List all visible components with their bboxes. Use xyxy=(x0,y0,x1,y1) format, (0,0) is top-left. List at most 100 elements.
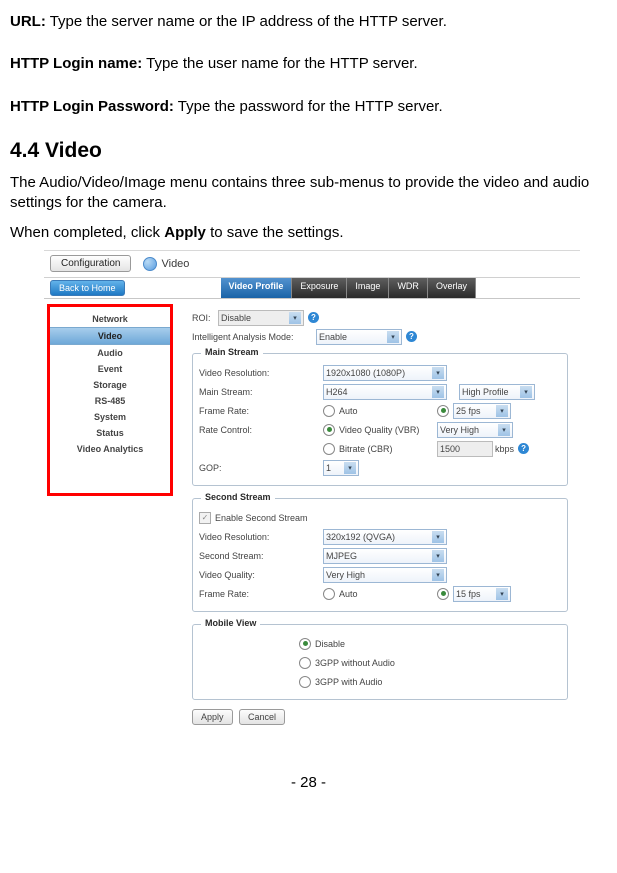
tab-wdr[interactable]: WDR xyxy=(389,278,428,298)
main-fr-auto-radio[interactable] xyxy=(323,405,335,417)
url-label: URL: xyxy=(10,13,46,30)
chevron-down-icon: ▾ xyxy=(289,312,301,324)
help-icon[interactable]: ? xyxy=(518,443,529,454)
page-title: Video xyxy=(143,257,189,271)
main-fr-auto-label: Auto xyxy=(339,406,358,416)
sidebar-item-storage[interactable]: Storage xyxy=(50,377,170,393)
intelligent-analysis-select[interactable]: Enable▾ xyxy=(316,329,402,345)
help-icon[interactable]: ? xyxy=(406,331,417,342)
mobile-3gpp-audio-radio[interactable] xyxy=(299,676,311,688)
screenshot-header-row: Configuration Video xyxy=(44,251,580,278)
enable-second-stream-checkbox[interactable]: ✓ xyxy=(199,512,211,524)
login-name-label: HTTP Login name: xyxy=(10,55,142,72)
rc-vbr-select[interactable]: Very High▾ xyxy=(437,422,513,438)
section-para-1: The Audio/Video/Image menu contains thre… xyxy=(10,173,607,214)
main-stream-title: Main Stream xyxy=(201,347,263,357)
main-vres-label: Video Resolution: xyxy=(199,368,323,378)
rc-vbr-label: Video Quality (VBR) xyxy=(339,425,419,435)
rc-cbr-unit: kbps xyxy=(495,444,514,454)
second-fr-auto-radio[interactable] xyxy=(323,588,335,600)
configuration-button[interactable]: Configuration xyxy=(50,255,131,272)
login-password-text: Type the password for the HTTP server. xyxy=(174,98,443,115)
tab-video-profile[interactable]: Video Profile xyxy=(221,278,293,298)
page-number: - 28 - xyxy=(10,774,607,791)
second-vres-label: Video Resolution: xyxy=(199,532,323,542)
gop-select[interactable]: 1▾ xyxy=(323,460,359,476)
chevron-down-icon: ▾ xyxy=(520,386,532,398)
mobile-disable-label: Disable xyxy=(315,639,345,649)
second-fr-custom-radio[interactable] xyxy=(437,588,449,600)
second-vres-select[interactable]: 320x192 (QVGA)▾ xyxy=(323,529,447,545)
tab-bar: Back to Home Video Profile Exposure Imag… xyxy=(44,278,580,299)
sidebar-nav: Network Video Audio Event Storage RS-485… xyxy=(47,304,173,496)
rc-cbr-input: 1500 xyxy=(437,441,493,457)
chevron-down-icon: ▾ xyxy=(432,386,444,398)
tab-overlay[interactable]: Overlay xyxy=(428,278,476,298)
tab-exposure[interactable]: Exposure xyxy=(292,278,347,298)
main-fr-custom-radio[interactable] xyxy=(437,405,449,417)
second-stream-codec-select[interactable]: MJPEG▾ xyxy=(323,548,447,564)
chevron-down-icon: ▾ xyxy=(496,588,508,600)
sidebar-item-network[interactable]: Network xyxy=(50,311,170,327)
sidebar-item-rs485[interactable]: RS-485 xyxy=(50,393,170,409)
page-title-text: Video xyxy=(161,258,189,270)
chevron-down-icon: ▾ xyxy=(432,531,444,543)
main-vres-select[interactable]: 1920x1080 (1080P)▾ xyxy=(323,365,447,381)
intelligent-analysis-label: Intelligent Analysis Mode: xyxy=(192,332,316,342)
mobile-disable-radio[interactable] xyxy=(299,638,311,650)
cancel-button[interactable]: Cancel xyxy=(239,709,285,725)
login-name-field-description: HTTP Login name: Type the user name for … xyxy=(10,54,607,74)
apply-button[interactable]: Apply xyxy=(192,709,233,725)
rc-cbr-label: Bitrate (CBR) xyxy=(339,444,393,454)
sidebar-item-event[interactable]: Event xyxy=(50,361,170,377)
tab-image[interactable]: Image xyxy=(347,278,389,298)
second-stream-group: Second Stream ✓ Enable Second Stream Vid… xyxy=(192,498,568,612)
main-fr-select[interactable]: 25 fps▾ xyxy=(453,403,511,419)
sidebar-item-audio[interactable]: Audio xyxy=(50,345,170,361)
url-field-description: URL: Type the server name or the IP addr… xyxy=(10,12,607,32)
login-password-field-description: HTTP Login Password: Type the password f… xyxy=(10,97,607,117)
chevron-down-icon: ▾ xyxy=(432,550,444,562)
rc-vbr-radio[interactable] xyxy=(323,424,335,436)
login-name-text: Type the user name for the HTTP server. xyxy=(142,55,417,72)
chevron-down-icon: ▾ xyxy=(496,405,508,417)
second-fr-auto-label: Auto xyxy=(339,589,358,599)
login-password-label: HTTP Login Password: xyxy=(10,98,174,115)
globe-icon xyxy=(143,257,157,271)
second-stream-codec-label: Second Stream: xyxy=(199,551,323,561)
rc-cbr-radio[interactable] xyxy=(323,443,335,455)
mobile-view-title: Mobile View xyxy=(201,618,260,628)
sidebar-item-system[interactable]: System xyxy=(50,409,170,425)
back-to-home-button[interactable]: Back to Home xyxy=(50,280,125,296)
video-settings-screenshot: Configuration Video Back to Home Video P… xyxy=(44,250,580,732)
second-vq-label: Video Quality: xyxy=(199,570,323,580)
main-stream-codec-label: Main Stream: xyxy=(199,387,323,397)
section-heading: 4.4 Video xyxy=(10,139,607,163)
mobile-3gpp-noaudio-label: 3GPP without Audio xyxy=(315,658,395,668)
second-fr-select[interactable]: 15 fps▾ xyxy=(453,586,511,602)
mobile-3gpp-noaudio-radio[interactable] xyxy=(299,657,311,669)
second-stream-title: Second Stream xyxy=(201,492,275,502)
second-fr-label: Frame Rate: xyxy=(199,589,323,599)
main-stream-profile-select[interactable]: High Profile▾ xyxy=(459,384,535,400)
sidebar-item-status[interactable]: Status xyxy=(50,425,170,441)
second-vq-select[interactable]: Very High▾ xyxy=(323,567,447,583)
url-text: Type the server name or the IP address o… xyxy=(46,13,447,30)
main-fr-label: Frame Rate: xyxy=(199,406,323,416)
roi-label: ROI: xyxy=(192,313,218,323)
chevron-down-icon: ▾ xyxy=(432,367,444,379)
main-stream-codec-select[interactable]: H264▾ xyxy=(323,384,447,400)
chevron-down-icon: ▾ xyxy=(344,462,356,474)
content-pane: ROI: Disable▾ ? Intelligent Analysis Mod… xyxy=(176,299,580,732)
gop-label: GOP: xyxy=(199,463,323,473)
enable-second-stream-label: Enable Second Stream xyxy=(215,513,308,523)
sidebar-item-video-analytics[interactable]: Video Analytics xyxy=(50,441,170,457)
help-icon[interactable]: ? xyxy=(308,312,319,323)
mobile-3gpp-audio-label: 3GPP with Audio xyxy=(315,677,382,687)
chevron-down-icon: ▾ xyxy=(387,331,399,343)
roi-select: Disable▾ xyxy=(218,310,304,326)
action-button-row: Apply Cancel xyxy=(192,712,574,722)
chevron-down-icon: ▾ xyxy=(498,424,510,436)
sidebar-item-video[interactable]: Video xyxy=(50,327,170,345)
rate-control-label: Rate Control: xyxy=(199,425,323,435)
